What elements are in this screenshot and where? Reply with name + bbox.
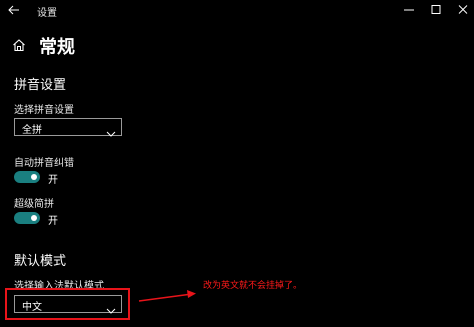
pinyin-mode-dropdown[interactable]: 全拼 (14, 118, 122, 137)
super-jianpin-toggle[interactable] (14, 212, 40, 224)
toggle-knob (31, 215, 37, 221)
settings-window: 设置 常规 拼音设置 选择拼音设置 全拼 自动拼音纠错 开 超级简拼 开 默认模… (0, 0, 474, 327)
annotation-arrow-icon (138, 286, 200, 306)
toggle-knob (31, 174, 37, 180)
home-icon (12, 37, 26, 52)
pinyin-settings-heading: 拼音设置 (14, 78, 67, 93)
super-jianpin-state: 开 (48, 216, 58, 227)
auto-correct-state: 开 (48, 175, 58, 186)
window-title: 设置 (37, 8, 57, 19)
pinyin-select-label: 选择拼音设置 (14, 105, 74, 116)
close-icon[interactable] (454, 2, 472, 18)
super-jianpin-label: 超级简拼 (14, 199, 54, 210)
annotation-highlight-box (5, 288, 130, 320)
auto-correct-toggle[interactable] (14, 171, 40, 183)
minimize-icon[interactable] (400, 2, 418, 18)
page-title: 常规 (39, 37, 75, 58)
back-arrow-icon[interactable] (6, 2, 22, 18)
dropdown-value: 全拼 (22, 125, 42, 136)
auto-correct-label: 自动拼音纠错 (14, 158, 74, 169)
annotation-text: 改为英文就不会挂掉了。 (203, 281, 303, 291)
title-bar: 设置 (0, 0, 474, 22)
chevron-down-icon (106, 123, 116, 137)
maximize-icon[interactable] (427, 2, 445, 18)
default-mode-heading: 默认模式 (14, 254, 67, 269)
